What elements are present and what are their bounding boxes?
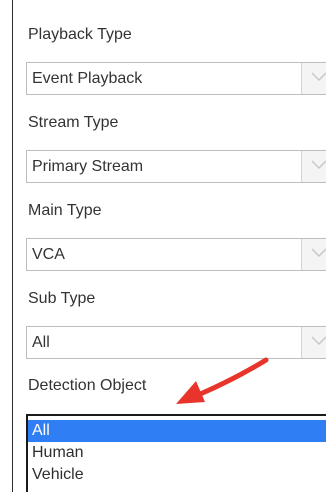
playback-type-label: Playback Type <box>28 26 132 43</box>
stream-type-dropdown-button[interactable] <box>301 151 326 182</box>
chevron-down-icon <box>311 160 326 170</box>
main-type-value: VCA <box>32 246 65 263</box>
detection-object-listbox[interactable]: All Human Vehicle <box>26 414 326 492</box>
stream-type-label: Stream Type <box>28 114 119 131</box>
detection-object-label: Detection Object <box>28 377 147 394</box>
panel-divider <box>12 0 13 492</box>
search-filter-panel: Playback Type Event Playback Stream Type… <box>0 0 326 492</box>
playback-type-value: Event Playback <box>32 70 143 87</box>
detection-option-human[interactable]: Human <box>28 442 326 464</box>
detection-option-vehicle[interactable]: Vehicle <box>28 464 326 486</box>
main-type-select[interactable]: VCA <box>26 238 326 271</box>
chevron-down-icon <box>311 336 326 346</box>
detection-option-all[interactable]: All <box>28 420 326 442</box>
stream-type-select[interactable]: Primary Stream <box>26 150 326 183</box>
sub-type-dropdown-button[interactable] <box>301 327 326 358</box>
sub-type-value: All <box>32 334 50 351</box>
chevron-down-icon <box>311 72 326 82</box>
main-type-dropdown-button[interactable] <box>301 239 326 270</box>
playback-type-select[interactable]: Event Playback <box>26 62 326 95</box>
playback-type-dropdown-button[interactable] <box>301 63 326 94</box>
chevron-down-icon <box>311 248 326 258</box>
stream-type-value: Primary Stream <box>32 158 144 175</box>
main-type-label: Main Type <box>28 202 102 219</box>
sub-type-select[interactable]: All <box>26 326 326 359</box>
sub-type-label: Sub Type <box>28 290 96 307</box>
